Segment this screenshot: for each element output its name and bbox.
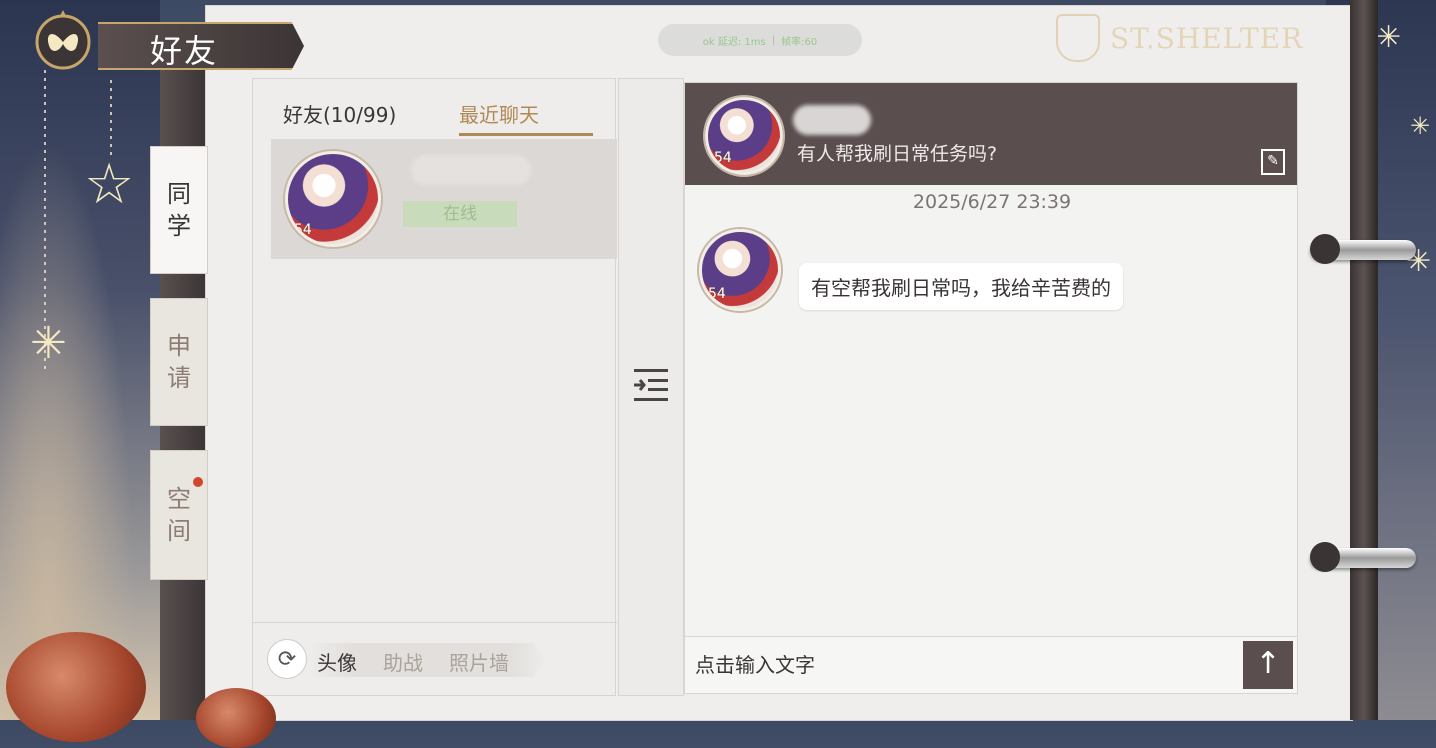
friend-name-redacted <box>411 155 531 185</box>
message-timestamp: 2025/6/27 23:39 <box>912 191 1072 213</box>
tab-label: 间 <box>167 517 191 545</box>
level-badge: 54 <box>714 150 732 166</box>
friends-panel: 好友(10/99) 最近聊天 54 在线 ⟳ 头像 助战 照片墙 <box>252 78 617 696</box>
active-tab-underline <box>459 133 593 136</box>
refresh-icon[interactable]: ⟳ <box>267 639 307 679</box>
online-status-badge: 在线 <box>403 201 517 227</box>
notebook-spine <box>1350 0 1378 720</box>
tab-recent-chats[interactable]: 最近聊天 <box>459 99 539 128</box>
fps-text: 帧率:60 <box>781 36 818 48</box>
binder-ring <box>1310 234 1416 264</box>
tab-friends[interactable]: 好友(10/99) <box>283 99 396 128</box>
network-status-pill: ok 延迟: 1ms | 帧率:60 <box>658 24 862 56</box>
photo-wall-button[interactable]: 照片墙 <box>449 647 509 676</box>
tab-requests[interactable]: 申 请 <box>150 298 208 426</box>
rose-decoration <box>6 632 146 742</box>
binder-ring <box>1310 542 1416 572</box>
separator: | <box>771 34 776 46</box>
butterfly-emblem-icon <box>35 10 91 70</box>
chat-partner-name-redacted <box>793 105 871 135</box>
clear-chat-icon[interactable]: ✎ <box>1261 149 1285 175</box>
tab-label: 请 <box>167 364 191 392</box>
star-icon: ☆ <box>84 152 135 217</box>
rose-decoration <box>196 688 276 748</box>
brand-text: ST.SHELTER <box>1110 21 1304 55</box>
level-badge: 54 <box>294 222 312 238</box>
send-arrow-icon[interactable]: ↑ <box>1243 641 1293 689</box>
brand-logo: ST.SHELTER <box>1056 14 1303 62</box>
latency-text: ok 延迟: 1ms <box>702 36 766 48</box>
avatar: 54 <box>285 151 381 247</box>
sparkle-icon: ✳ <box>1410 112 1431 140</box>
background-left <box>0 0 160 720</box>
sparkle-icon: ✳ <box>30 318 67 369</box>
message-bubble: 有空帮我刷日常吗，我给辛苦费的 <box>799 263 1123 310</box>
collapse-panel-icon[interactable] <box>632 366 670 404</box>
assist-button[interactable]: 助战 <box>383 647 423 676</box>
tab-label: 同 <box>167 180 191 208</box>
chat-header: 54 有人帮我刷日常任务吗? ✎ <box>685 83 1297 185</box>
level-badge: 54 <box>708 286 726 302</box>
decorative-chain <box>110 80 112 160</box>
tab-classmates[interactable]: 同 学 <box>150 146 208 274</box>
avatar-button[interactable]: 头像 <box>317 647 357 676</box>
tab-label: 申 <box>167 332 191 360</box>
tab-label: 空 <box>167 485 191 513</box>
notification-dot <box>193 477 203 487</box>
friend-list-item[interactable]: 54 在线 <box>271 139 617 259</box>
avatar[interactable]: 54 <box>699 229 781 311</box>
sparkle-icon: ✳ <box>1376 20 1402 55</box>
friends-footer: ⟳ 头像 助战 照片墙 <box>253 622 617 695</box>
chat-latest-message: 有人帮我刷日常任务吗? <box>797 143 998 165</box>
tab-space[interactable]: 空 间 <box>150 450 208 580</box>
chat-input-bar: ↑ <box>685 636 1297 693</box>
page-title: 好友 <box>150 32 219 70</box>
crest-icon <box>1056 14 1100 62</box>
avatar: 54 <box>705 97 783 175</box>
tab-label: 学 <box>167 212 191 240</box>
chat-panel: 54 有人帮我刷日常任务吗? ✎ 2025/6/27 23:39 54 有空帮我… <box>684 82 1298 694</box>
chat-input[interactable] <box>685 637 1241 693</box>
